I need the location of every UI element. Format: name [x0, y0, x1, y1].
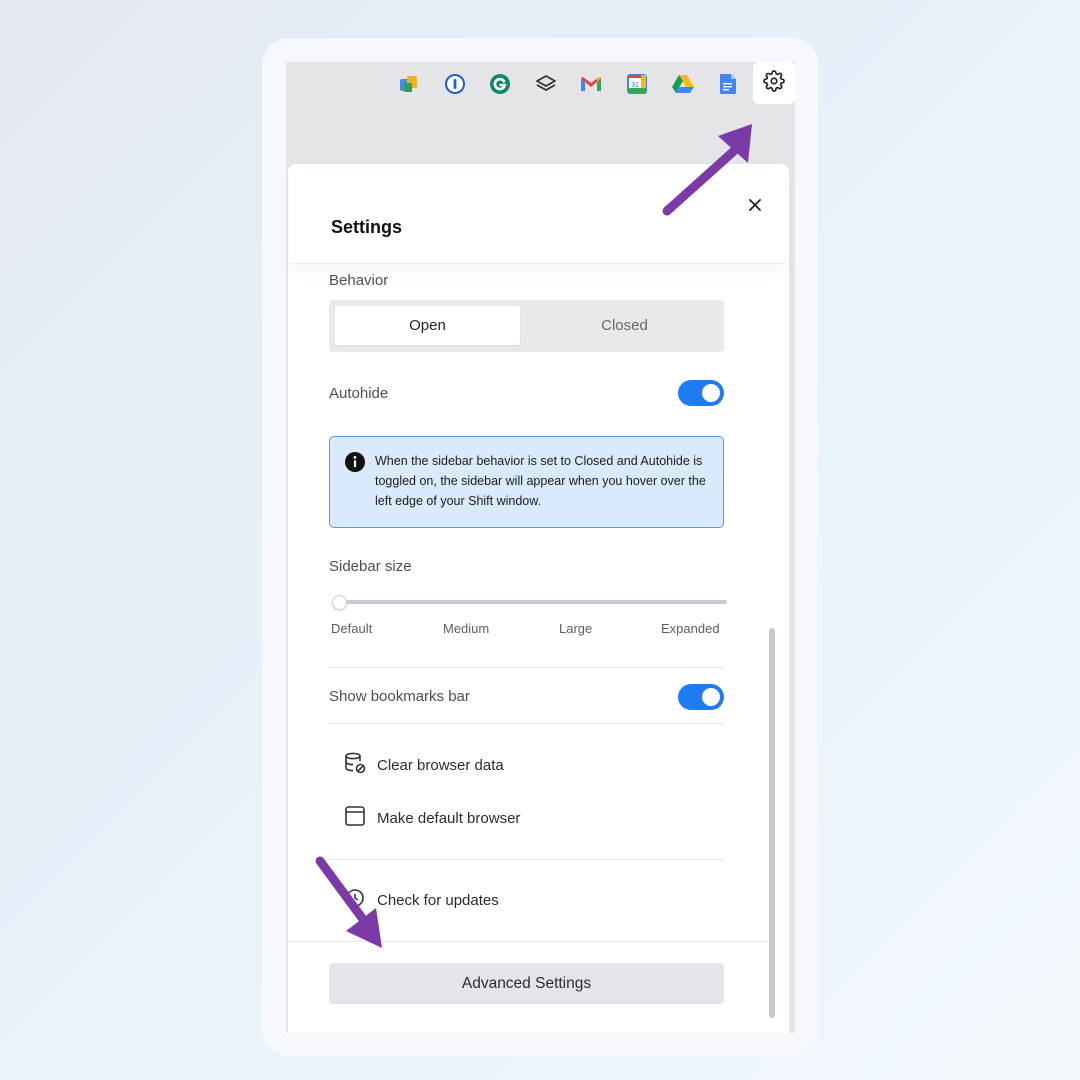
- annotation-arrow-to-gear: [662, 124, 752, 216]
- extensions-toolbar: 31: [286, 62, 795, 104]
- clear-browser-data-button[interactable]: Clear browser data: [343, 751, 504, 779]
- 1password-icon[interactable]: [442, 71, 468, 97]
- calendar-date-text: 31: [631, 82, 639, 89]
- make-default-browser-label: Make default browser: [377, 809, 521, 827]
- slider-tick-expanded: Expanded: [661, 621, 720, 636]
- autohide-toggle[interactable]: [678, 380, 724, 406]
- clear-browser-data-label: Clear browser data: [377, 756, 504, 774]
- behavior-option-closed[interactable]: Closed: [532, 306, 717, 345]
- google-drive-icon[interactable]: [670, 71, 696, 97]
- office-app-icon[interactable]: [396, 71, 422, 97]
- divider: [329, 723, 724, 724]
- info-text: When the sidebar behavior is set to Clos…: [375, 454, 706, 508]
- autohide-label: Autohide: [329, 385, 389, 402]
- gmail-icon[interactable]: [578, 71, 604, 97]
- slider-tick-default: Default: [331, 621, 373, 636]
- settings-title: Settings: [331, 217, 403, 237]
- slider-tick-medium: Medium: [443, 621, 490, 636]
- bookmarks-bar-toggle[interactable]: [678, 684, 724, 710]
- make-default-browser-button[interactable]: Make default browser: [343, 804, 520, 832]
- gear-icon: [763, 69, 785, 97]
- info-icon: [345, 452, 365, 472]
- panel-scrollbar[interactable]: [769, 628, 775, 1018]
- behavior-option-open[interactable]: Open: [335, 306, 520, 345]
- google-calendar-icon[interactable]: 31: [624, 71, 650, 97]
- advanced-settings-button[interactable]: Advanced Settings: [329, 963, 724, 1004]
- behavior-segmented-control: Open Closed: [329, 300, 724, 352]
- database-clear-icon: [343, 751, 367, 780]
- bookmarks-bar-label: Show bookmarks bar: [329, 688, 470, 705]
- google-docs-icon[interactable]: [715, 71, 741, 97]
- sidebar-size-slider[interactable]: [335, 600, 727, 604]
- sidebar-size-label: Sidebar size: [329, 558, 412, 575]
- layers-app-icon[interactable]: [533, 71, 559, 97]
- slider-tick-large: Large: [559, 621, 593, 636]
- browser-window-icon: [343, 804, 367, 833]
- behavior-label: Behavior: [329, 272, 389, 289]
- settings-gear-button[interactable]: [753, 62, 795, 104]
- divider: [329, 667, 724, 668]
- autohide-info-box: When the sidebar behavior is set to Clos…: [329, 436, 724, 528]
- annotation-arrow-to-advanced: [315, 856, 382, 948]
- grammarly-icon[interactable]: [487, 71, 513, 97]
- sidebar-size-slider-thumb[interactable]: [332, 595, 347, 610]
